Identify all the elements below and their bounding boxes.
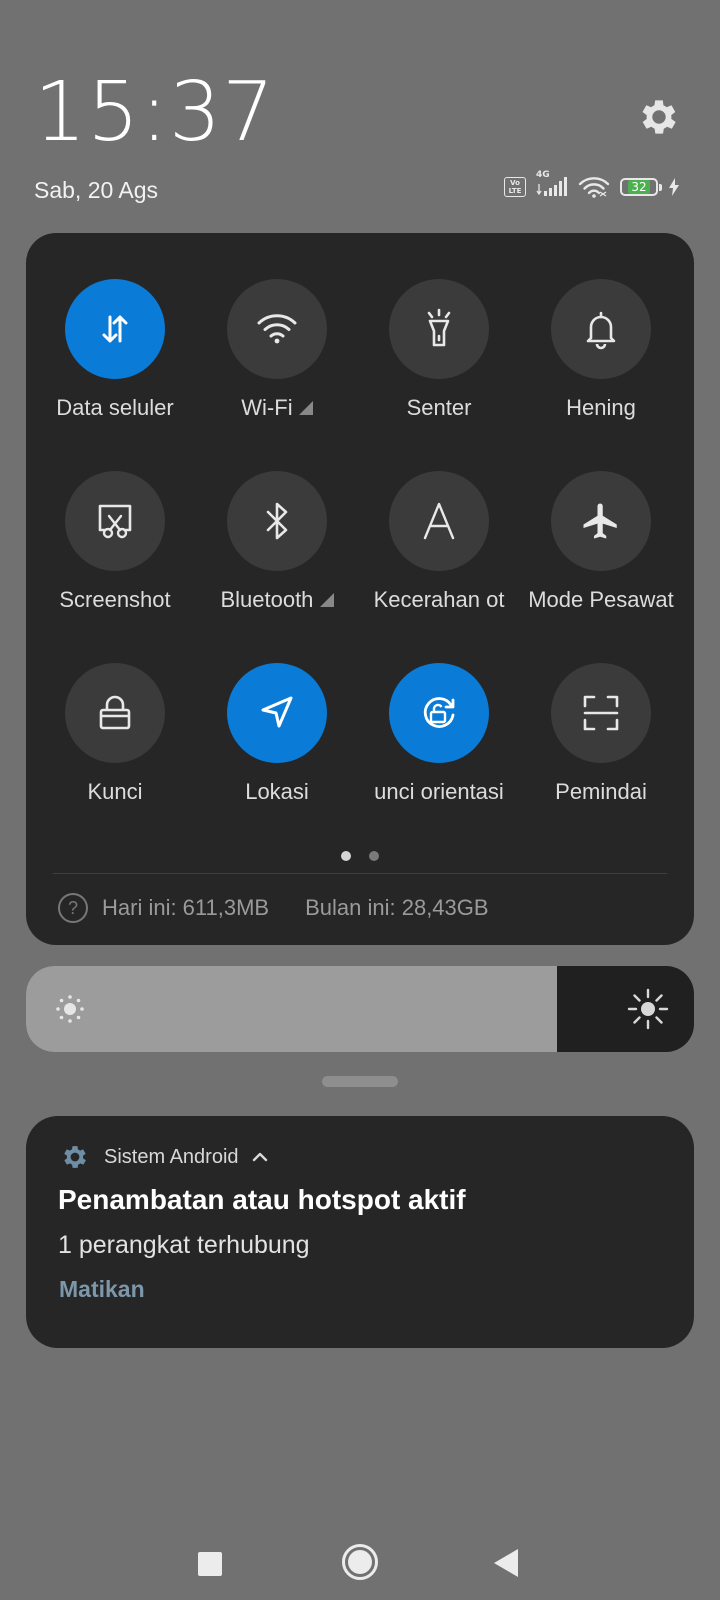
tile-label: Hening bbox=[566, 395, 636, 420]
expand-triangle-icon bbox=[298, 401, 313, 415]
page-dot[interactable] bbox=[369, 851, 379, 861]
airplane-icon[interactable] bbox=[551, 471, 651, 571]
wifi-icon bbox=[578, 177, 610, 198]
date: Sab, 20 Ags bbox=[34, 177, 159, 203]
location-icon[interactable] bbox=[227, 663, 327, 763]
tile-label: Kecerahan ot bbox=[373, 587, 505, 612]
data-icon[interactable] bbox=[65, 279, 165, 379]
tile-flashlight[interactable]: Senter bbox=[358, 279, 520, 421]
brightness-slider[interactable] bbox=[26, 966, 694, 1052]
notification-card[interactable]: Sistem Android Penambatan atau hotspot a… bbox=[26, 1116, 694, 1348]
turn-off-button[interactable]: Matikan bbox=[59, 1276, 145, 1303]
chevron-up-icon[interactable] bbox=[251, 1151, 269, 1163]
page-dot[interactable] bbox=[341, 851, 351, 861]
tile-label: Kunci bbox=[87, 779, 143, 804]
clock: 15:37 bbox=[34, 65, 276, 160]
data-usage[interactable]: ? Hari ini: 611,3MB Bulan ini: 28,43GB bbox=[58, 893, 489, 923]
tile-location[interactable]: Lokasi bbox=[196, 663, 358, 805]
notification-app-name: Sistem Android bbox=[104, 1145, 239, 1168]
tile-auto-brightness[interactable]: Kecerahan ot bbox=[358, 471, 520, 613]
tile-label: Senter bbox=[406, 395, 472, 420]
flashlight-icon[interactable] bbox=[389, 279, 489, 379]
tile-lock[interactable]: Kunci bbox=[34, 663, 196, 805]
brightness-slider-fill[interactable] bbox=[26, 966, 558, 1052]
tile-label: Bluetooth bbox=[196, 587, 358, 613]
navigation-bar bbox=[0, 1520, 720, 1590]
notification-text: 1 perangkat terhubung bbox=[58, 1231, 310, 1259]
usage-month: Bulan ini: 28,43GB bbox=[305, 895, 489, 920]
scanner-icon[interactable] bbox=[551, 663, 651, 763]
tile-label: Screenshot bbox=[59, 587, 171, 612]
tile-label: Data seluler bbox=[56, 395, 174, 420]
help-icon[interactable]: ? bbox=[58, 893, 88, 923]
tile-screenshot[interactable]: Screenshot bbox=[34, 471, 196, 613]
signal-icon: 4G bbox=[536, 170, 568, 198]
wifi-icon[interactable] bbox=[227, 279, 327, 379]
tile-airplane-mode[interactable]: Mode Pesawat bbox=[520, 471, 682, 613]
bell-icon[interactable] bbox=[551, 279, 651, 379]
page-indicator[interactable] bbox=[26, 851, 694, 861]
auto-brightness-icon[interactable] bbox=[389, 471, 489, 571]
tile-label: unci orientasi bbox=[374, 779, 504, 804]
screenshot-icon[interactable] bbox=[65, 471, 165, 571]
notification-header[interactable]: Sistem Android bbox=[60, 1142, 269, 1172]
back-button[interactable] bbox=[494, 1549, 518, 1577]
charging-icon bbox=[669, 178, 679, 196]
quick-settings-panel: Data seluler Wi-Fi Senter Hening Screens… bbox=[26, 233, 694, 945]
tile-label: Lokasi bbox=[245, 779, 309, 804]
usage-today: Hari ini: 611,3MB bbox=[102, 895, 270, 920]
bluetooth-icon[interactable] bbox=[227, 471, 327, 571]
tile-rotation-lock[interactable]: unci orientasi bbox=[358, 663, 520, 805]
home-button[interactable] bbox=[342, 1544, 378, 1580]
tile-mobile-data[interactable]: Data seluler bbox=[34, 279, 196, 421]
brightness-low-icon bbox=[56, 995, 84, 1023]
divider bbox=[53, 873, 667, 874]
tile-wifi[interactable]: Wi-Fi bbox=[196, 279, 358, 421]
tile-label: Mode Pesawat bbox=[528, 587, 674, 612]
home-icon bbox=[348, 1550, 372, 1574]
gear-icon bbox=[64, 1146, 86, 1168]
drag-handle[interactable] bbox=[322, 1076, 398, 1087]
tile-label: Pemindai bbox=[555, 779, 647, 804]
brightness-high-icon bbox=[627, 988, 669, 1030]
expand-triangle-icon bbox=[319, 593, 334, 607]
volte-icon: Vo LTE bbox=[504, 177, 526, 197]
notification-title: Penambatan atau hotspot aktif bbox=[58, 1184, 466, 1215]
lock-icon[interactable] bbox=[65, 663, 165, 763]
tile-scanner[interactable]: Pemindai bbox=[520, 663, 682, 805]
status-bar-icons: Vo LTE 4G 32 bbox=[504, 170, 680, 198]
tile-bluetooth[interactable]: Bluetooth bbox=[196, 471, 358, 613]
battery-icon: 32 bbox=[620, 178, 662, 196]
tile-silent[interactable]: Hening bbox=[520, 279, 682, 421]
tile-label: Wi-Fi bbox=[196, 395, 358, 421]
recents-button[interactable] bbox=[198, 1552, 222, 1576]
rotation-lock-icon[interactable] bbox=[389, 663, 489, 763]
gear-icon[interactable] bbox=[636, 94, 682, 140]
